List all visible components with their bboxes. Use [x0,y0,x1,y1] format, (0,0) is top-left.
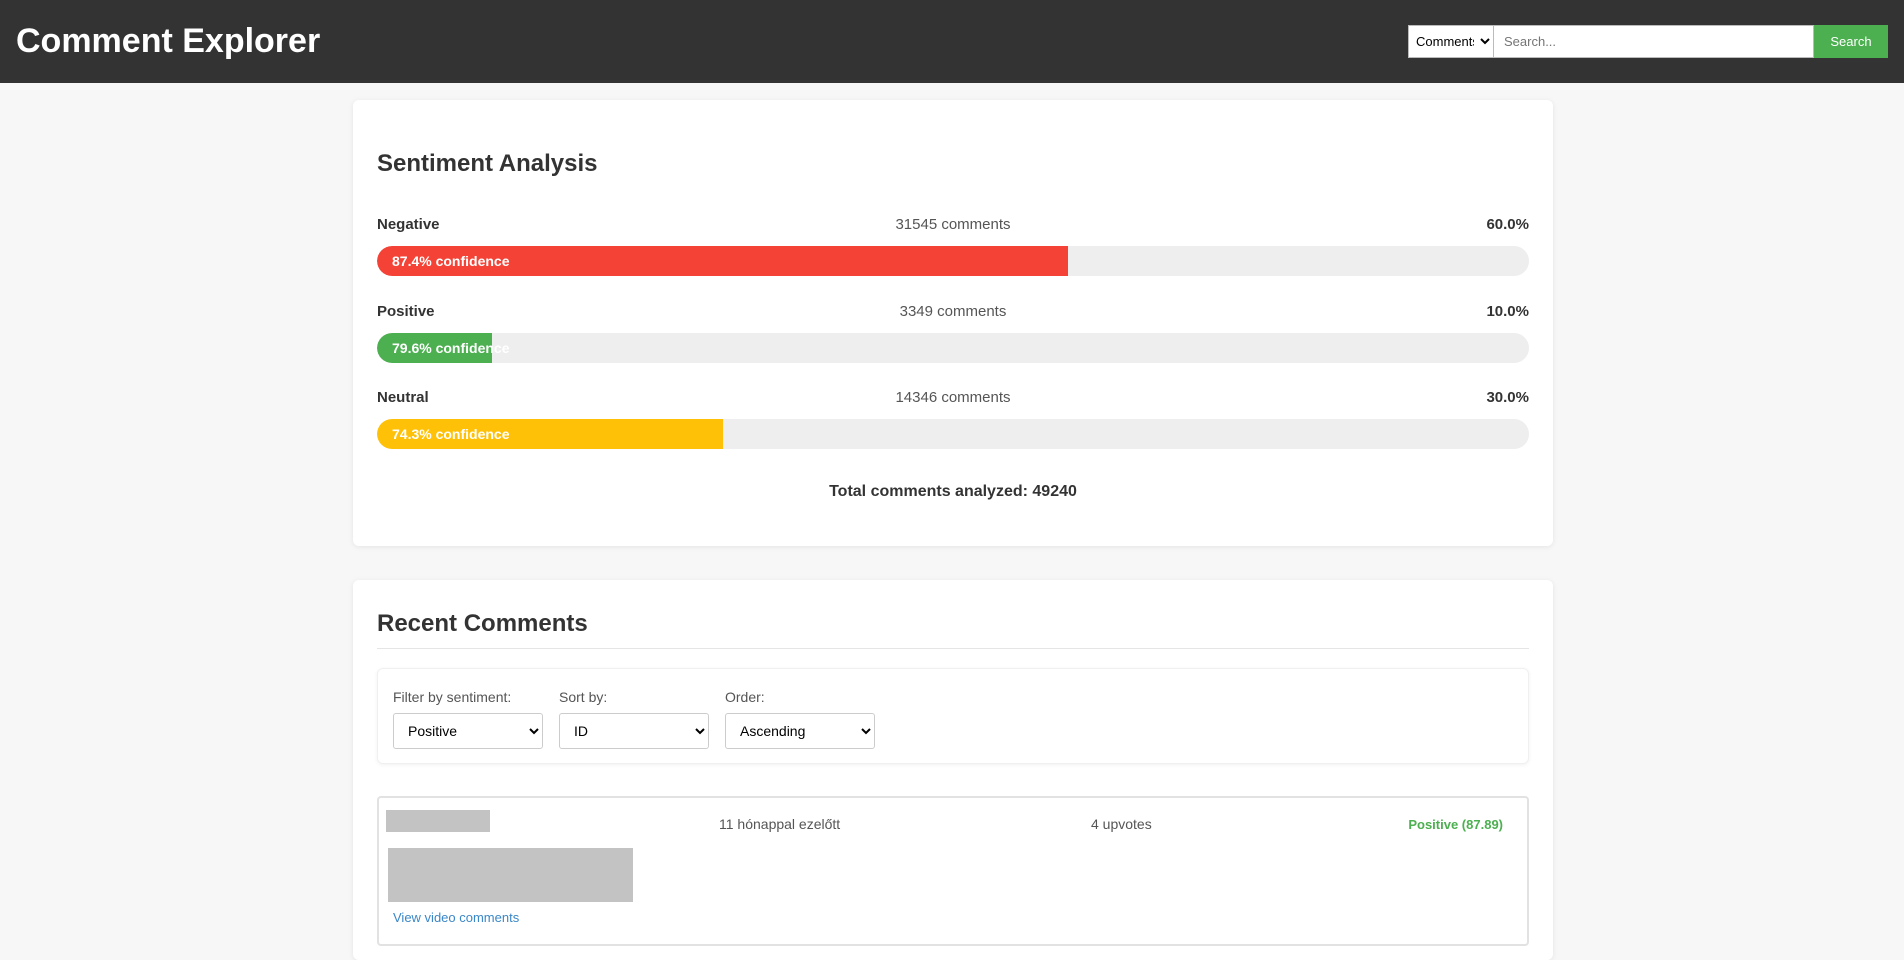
sort-by-select[interactable]: ID [559,713,709,749]
recent-comments-title: Recent Comments [377,610,588,637]
sentiment-bar-track: 74.3% confidence [377,419,1529,449]
section-divider [377,648,1529,649]
view-video-comments-link[interactable]: View video comments [393,910,519,925]
sentiment-row-positive: Positive 3349 comments 10.0% 79.6% confi… [377,303,1529,373]
comment-upvotes: 4 upvotes [1091,816,1152,832]
filter-sentiment-select[interactable]: Positive [393,713,543,749]
filter-sort: Sort by: ID [559,689,709,749]
search-button[interactable]: Search [1814,25,1888,58]
filter-order: Order: Ascending [725,689,875,749]
search-input[interactable] [1494,25,1814,58]
sentiment-row-neutral: Neutral 14346 comments 30.0% 74.3% confi… [377,389,1529,459]
sentiment-analysis-card: Sentiment Analysis Negative 31545 commen… [353,100,1553,546]
sentiment-title: Sentiment Analysis [377,150,598,177]
sentiment-bar-fill: 74.3% confidence [377,419,723,449]
recent-comments-card: Recent Comments Filter by sentiment: Pos… [353,580,1553,960]
search-type-select[interactable]: Comments [1408,25,1494,58]
filter-sentiment-label: Filter by sentiment: [393,689,512,705]
sentiment-count: 3349 comments [899,303,1007,320]
filter-sentiment: Filter by sentiment: Positive [393,689,543,749]
sentiment-count: 14346 comments [895,389,1011,406]
app-title: Comment Explorer [16,22,321,60]
sentiment-bar-track: 87.4% confidence [377,246,1529,276]
redacted-author [386,810,490,832]
sentiment-bar-fill: 87.4% confidence [377,246,1069,276]
sentiment-bar-fill: 79.6% confidence [377,333,510,363]
redacted-comment-text [388,848,633,902]
total-comments: Total comments analyzed: 49240 [829,483,1077,500]
comment-sentiment-badge: Positive (87.89) [1408,817,1503,832]
comment-date: 11 hónappal ezelőtt [719,816,841,832]
search-bar: Comments Search [1408,25,1888,58]
comment-item: 11 hónappal ezelőtt 4 upvotes Positive (… [377,796,1529,946]
sentiment-bar-track: 79.6% confidence [377,333,1529,363]
filter-panel: Filter by sentiment: Positive Sort by: I… [377,668,1529,764]
sentiment-row-negative: Negative 31545 comments 60.0% 87.4% conf… [377,216,1529,286]
top-navbar: Comment Explorer Comments Search [0,0,1904,83]
sort-by-label: Sort by: [559,689,608,705]
order-label: Order: [725,689,765,705]
order-select[interactable]: Ascending [725,713,875,749]
sentiment-count: 31545 comments [895,216,1011,233]
